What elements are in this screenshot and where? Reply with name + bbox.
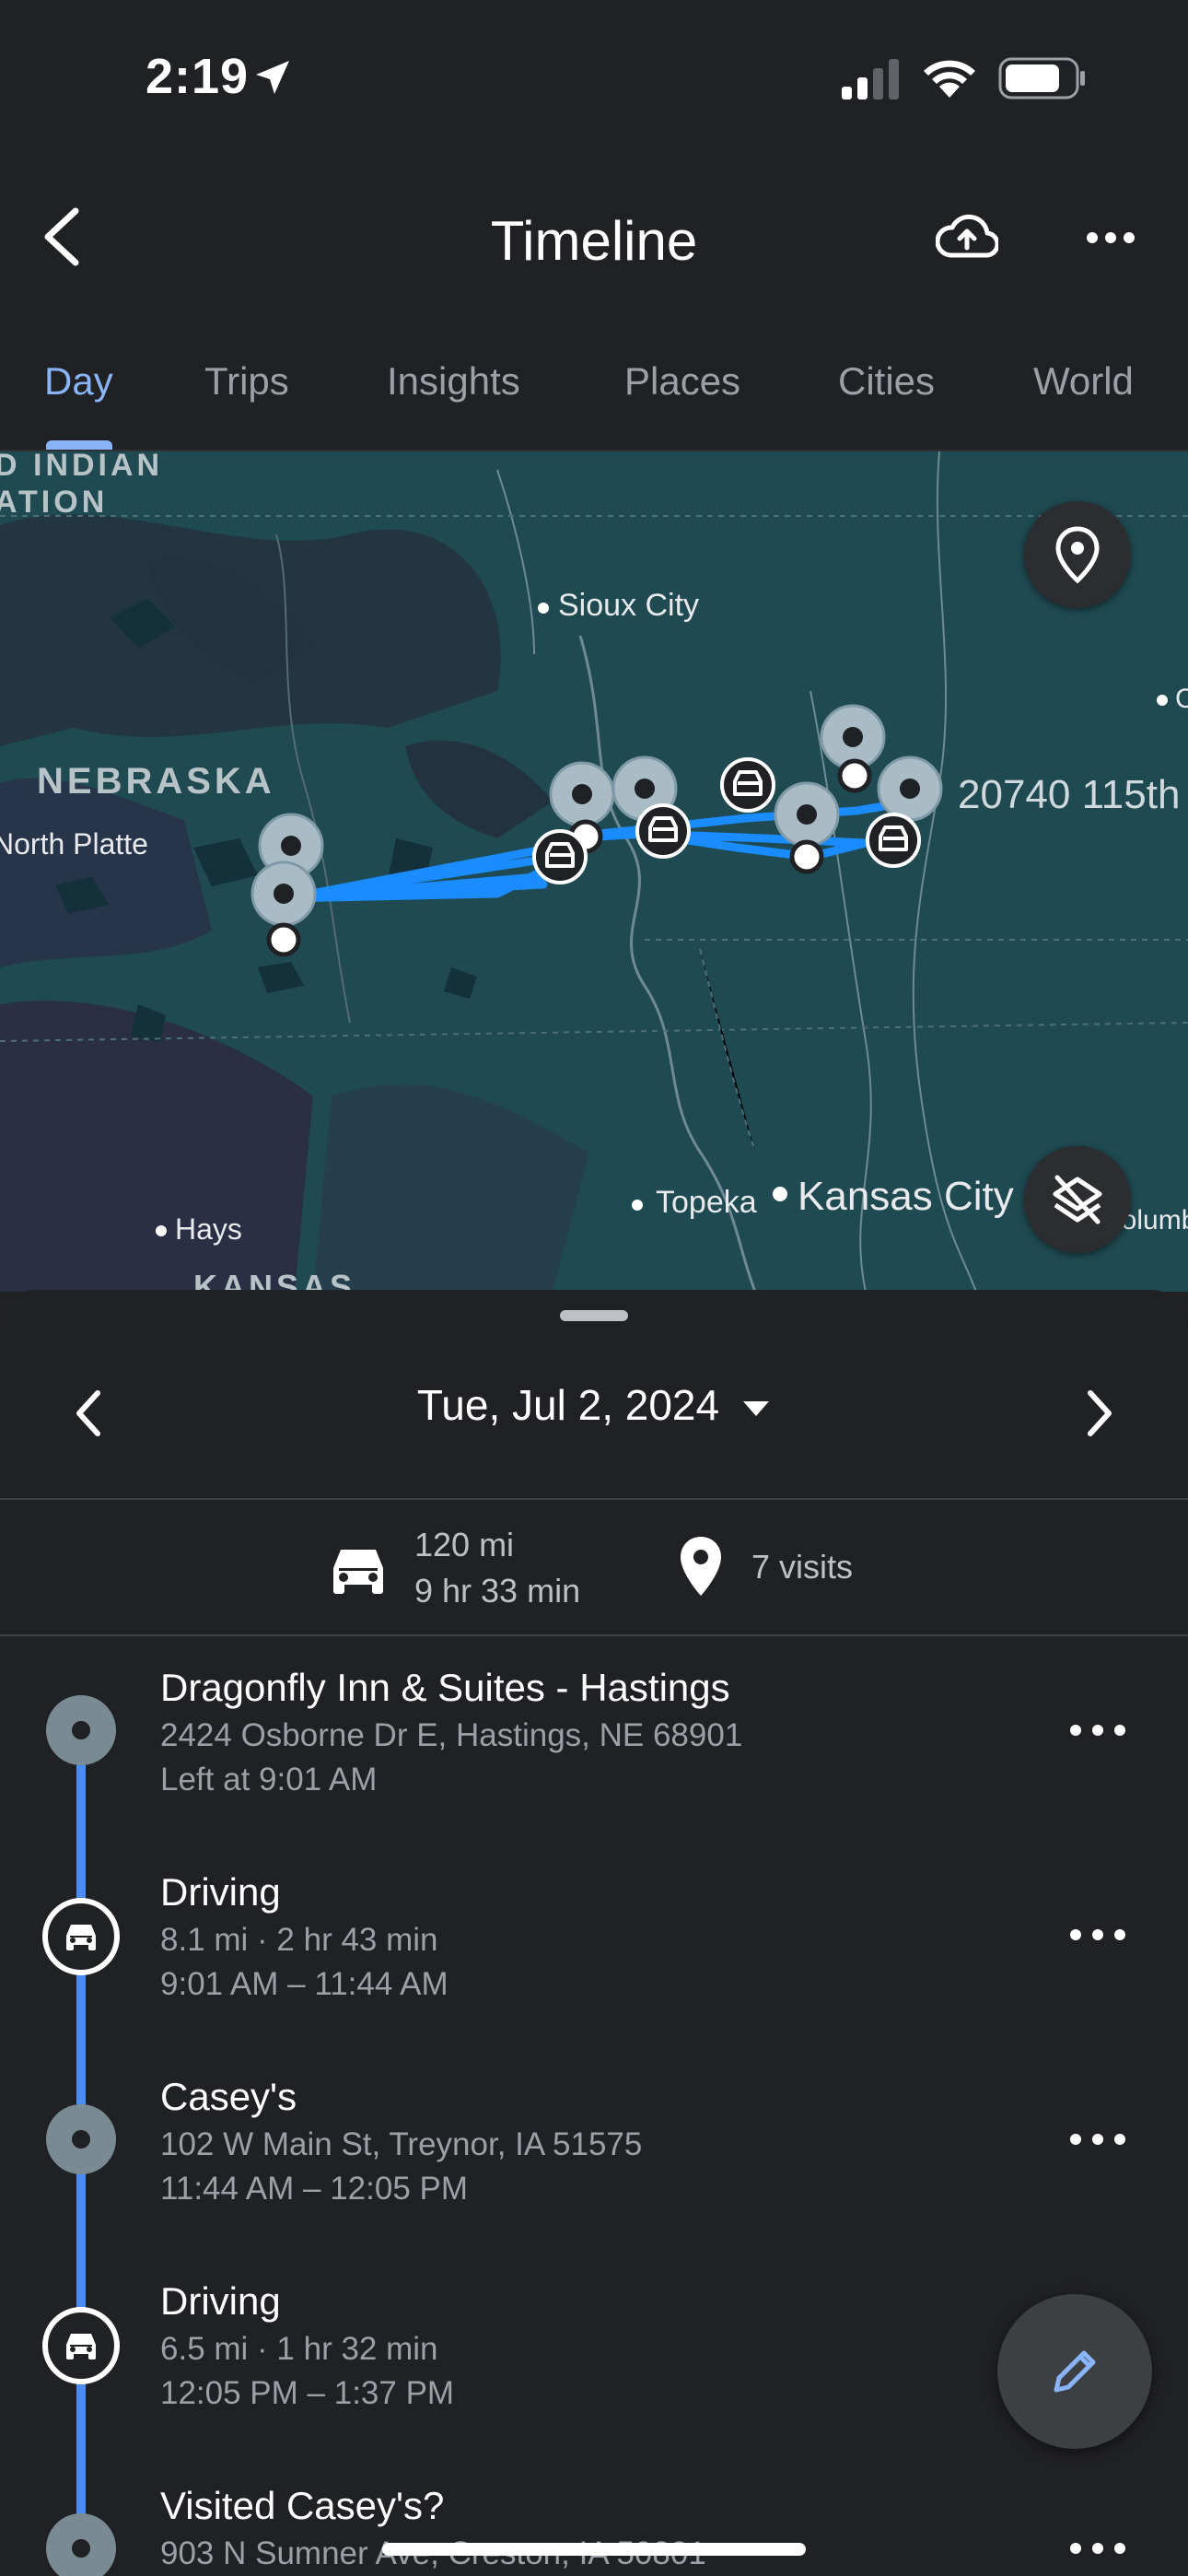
next-day-icon[interactable] (1081, 1388, 1118, 1439)
visit-node-icon (46, 1695, 116, 1765)
tab-world[interactable]: World (1033, 359, 1134, 404)
page-title: Timeline (490, 210, 698, 272)
selected-date[interactable]: Tue, Jul 2, 2024 (0, 1380, 1188, 1430)
battery-icon (998, 57, 1085, 100)
tab-cities[interactable]: Cities (838, 359, 935, 404)
tab-trips[interactable]: Trips (204, 359, 289, 404)
status-time: 2:19 (146, 49, 250, 104)
activity-time-range: 9:01 AM – 11:44 AM (160, 1966, 448, 2002)
car-icon (42, 2307, 120, 2384)
car-icon (42, 1898, 120, 1975)
cellular-signal-icon (842, 59, 899, 100)
map-view[interactable]: D INDIAN ATION Sioux City NEBRASKA North… (0, 451, 1188, 1292)
app-header: Timeline (0, 161, 1188, 318)
map-label-edge-c: C (1175, 684, 1188, 714)
sheet-drag-handle[interactable] (560, 1310, 628, 1321)
visit-node-icon (46, 2104, 116, 2174)
date-label: Tue, Jul 2, 2024 (416, 1381, 720, 1429)
driving-pins[interactable] (0, 451, 1188, 1292)
place-address: 2424 Osborne Dr E, Hastings, NE 68901 (160, 1717, 743, 1753)
tab-bar: Day Trips Insights Places Cities World (0, 334, 1188, 451)
tab-day[interactable]: Day (44, 359, 113, 404)
map-label-north-platte: North Platte (0, 827, 148, 861)
location-pin-icon (1055, 526, 1100, 584)
map-label-sioux-city: Sioux City (558, 588, 700, 623)
layers-off-icon (1053, 1175, 1102, 1224)
visit-node-icon (46, 2513, 116, 2576)
more-options-icon[interactable] (1070, 1926, 1129, 1944)
location-arrow-icon (256, 61, 289, 94)
tab-places[interactable]: Places (624, 359, 740, 404)
more-options-icon[interactable] (1070, 2130, 1129, 2149)
more-options-icon[interactable] (1087, 231, 1135, 244)
activity-distance-duration: 8.1 mi · 2 hr 43 min (160, 1922, 438, 1958)
summary-distance: 120 mi (414, 1526, 515, 1563)
activity-distance-duration: 6.5 mi · 1 hr 32 min (160, 2331, 438, 2367)
more-options-icon[interactable] (1070, 2539, 1129, 2558)
pencil-icon (1054, 2350, 1096, 2393)
summary-visits: 7 visits (751, 1548, 854, 1586)
map-label-hays: Hays (175, 1212, 242, 1246)
tab-indicator (46, 440, 112, 450)
visit-time: 11:44 AM – 12:05 PM (160, 2171, 469, 2207)
car-icon (333, 1550, 383, 1594)
place-name: Dragonfly Inn & Suites - Hastings (160, 1666, 730, 1709)
chevron-down-icon (743, 1400, 770, 1416)
layers-toggle-button[interactable] (1024, 1146, 1131, 1253)
map-label-indian-reservation-2: ATION (0, 485, 109, 520)
place-name: Visited Casey's? (160, 2484, 445, 2527)
activity-title: Driving (160, 2279, 281, 2323)
map-label-kansas: KANSAS (193, 1268, 356, 1292)
wifi-icon (924, 60, 975, 98)
summary-duration: 9 hr 33 min (414, 1572, 581, 1610)
tab-insights[interactable]: Insights (387, 359, 520, 404)
map-label-indian-reservation-1: D INDIAN (0, 451, 164, 483)
cloud-upload-icon[interactable] (936, 211, 998, 261)
location-pin-button[interactable] (1024, 501, 1131, 608)
divider (0, 1498, 1188, 1500)
place-name: Casey's (160, 2075, 297, 2118)
more-options-icon[interactable] (1070, 1721, 1129, 1739)
activity-time-range: 12:05 PM – 1:37 PM (160, 2375, 455, 2411)
visit-time: Left at 9:01 AM (160, 1762, 378, 1797)
location-pin-icon (681, 1537, 721, 1596)
place-address: 102 W Main St, Treynor, IA 51575 (160, 2126, 643, 2162)
map-label-topeka: Topeka (656, 1185, 757, 1220)
home-indicator (382, 2543, 806, 2556)
map-label-nebraska: NEBRASKA (37, 761, 275, 802)
map-label-kansas-city: Kansas City (798, 1174, 1014, 1219)
activity-title: Driving (160, 1870, 281, 1914)
edit-button[interactable] (997, 2294, 1152, 2449)
divider (0, 1634, 1188, 1636)
map-label-address: 20740 115th A (958, 772, 1188, 817)
status-bar: 2:19 (0, 0, 1188, 161)
